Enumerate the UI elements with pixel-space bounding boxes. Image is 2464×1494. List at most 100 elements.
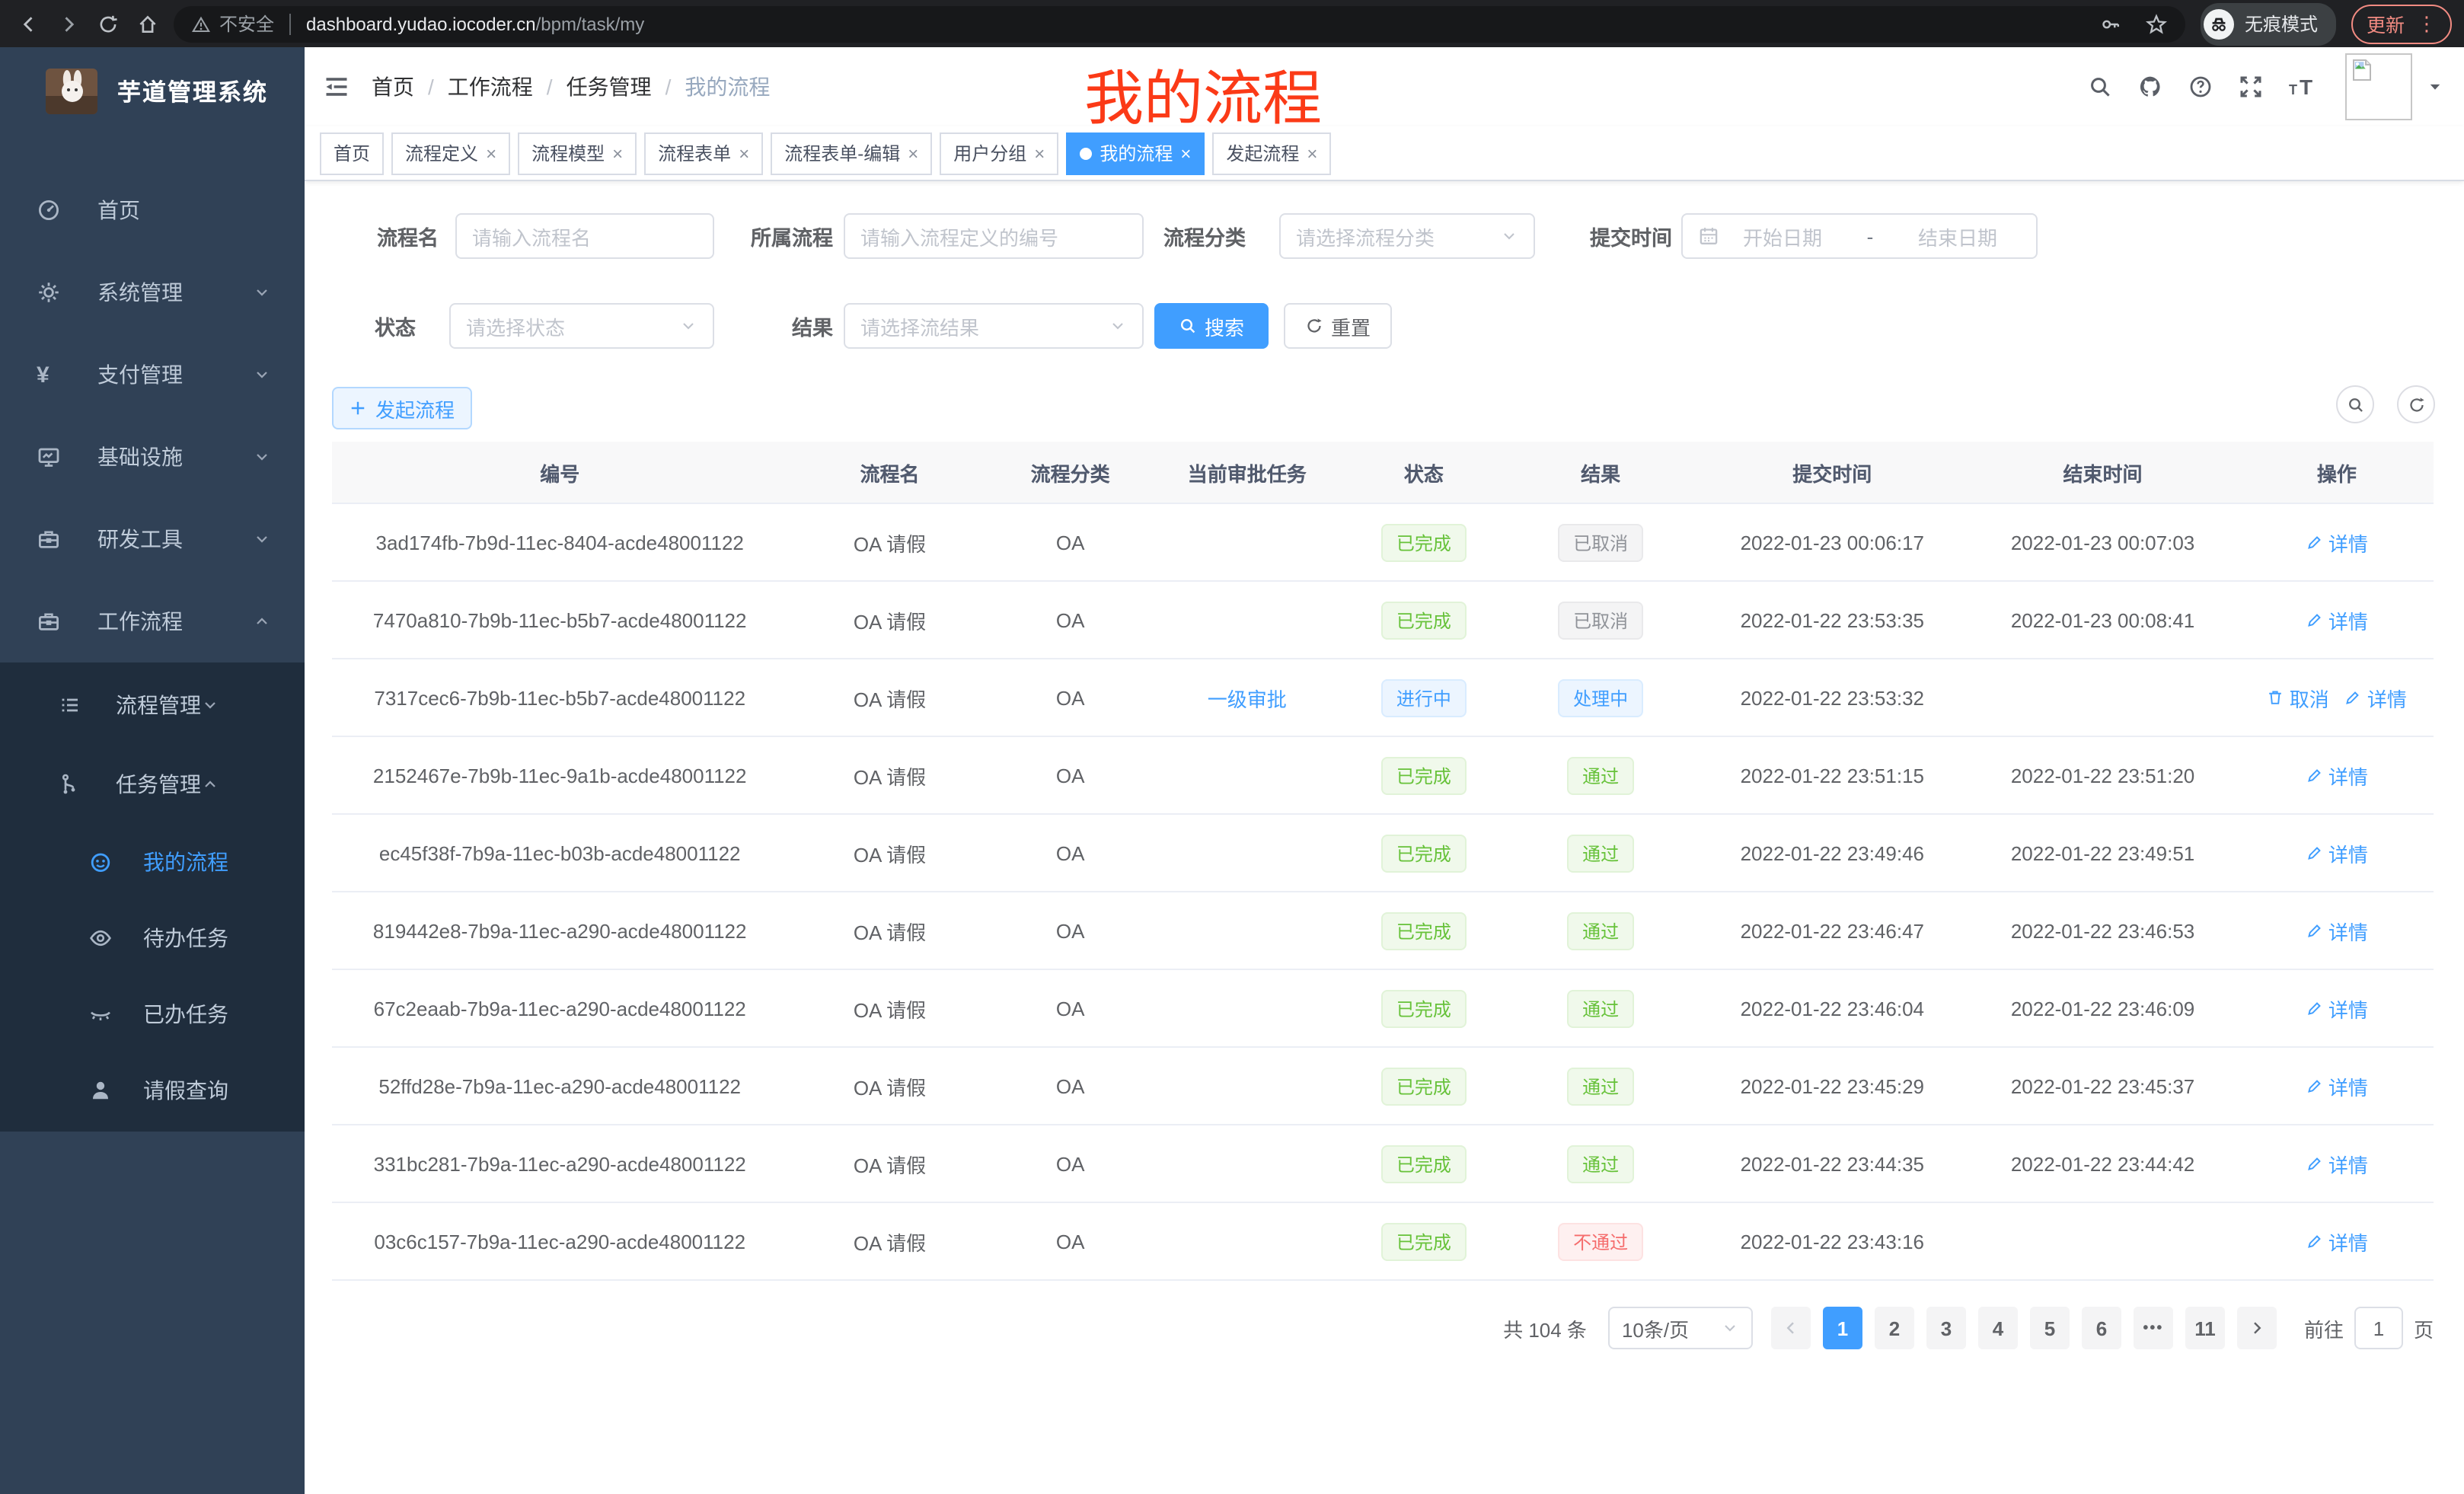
filter-result-select[interactable]: 请选择流结果: [844, 303, 1144, 349]
close-icon[interactable]: ×: [1034, 144, 1045, 162]
app-title: 芋道管理系统: [117, 75, 268, 108]
result-badge: 处理中: [1558, 678, 1643, 717]
page-button-5[interactable]: 5: [2030, 1307, 2070, 1349]
filter-parent-input[interactable]: 请输入流程定义的编号: [844, 213, 1144, 259]
sidebar-item-devtools[interactable]: 研发工具: [0, 498, 305, 580]
app-logo[interactable]: 芋道管理系统: [0, 47, 305, 136]
home-button[interactable]: [128, 4, 168, 43]
sidebar-item-infra[interactable]: 基础设施: [0, 416, 305, 498]
back-button[interactable]: [9, 4, 49, 43]
header-search-button[interactable]: [2088, 75, 2112, 99]
sidebar-item-leave-query[interactable]: 请假查询: [0, 1052, 305, 1128]
reload-button[interactable]: [88, 4, 128, 43]
sidebar-item-system[interactable]: 系统管理: [0, 251, 305, 334]
table-refresh-button[interactable]: [2397, 385, 2435, 423]
sidebar-item-todo-tasks[interactable]: 待办任务: [0, 900, 305, 976]
filter-status-label: 状态: [373, 311, 416, 341]
address-bar[interactable]: 不安全 dashboard.yudao.iocoder.cn/bpm/task/…: [174, 5, 2185, 42]
close-icon[interactable]: ×: [1180, 144, 1191, 162]
close-icon[interactable]: ×: [486, 144, 496, 162]
cancel-button[interactable]: 取消: [2267, 683, 2329, 712]
table-search-toggle-button[interactable]: [2336, 385, 2374, 423]
tab-process-definition[interactable]: 流程定义×: [391, 132, 510, 174]
cell-end-time: 2022-01-22 23:46:09: [1965, 969, 2239, 1047]
filter-category-select[interactable]: 请选择流程分类: [1279, 213, 1535, 259]
sidebar-item-done-tasks[interactable]: 已办任务: [0, 976, 305, 1052]
filter-name-input[interactable]: 请输入流程名: [455, 213, 714, 259]
cell-task: [1149, 581, 1345, 659]
page-button-1[interactable]: 1: [1823, 1307, 1862, 1349]
page-button-4[interactable]: 4: [1978, 1307, 2018, 1349]
font-size-button[interactable]: TT: [2289, 75, 2319, 99]
sidebar-item-payment[interactable]: ¥ 支付管理: [0, 334, 305, 416]
close-icon[interactable]: ×: [612, 144, 623, 162]
user-menu[interactable]: [2345, 53, 2443, 120]
sidebar-item-process-mgmt[interactable]: 流程管理: [0, 666, 305, 745]
cell-category: OA: [992, 1202, 1149, 1280]
detail-button[interactable]: 详情: [2306, 1071, 2368, 1100]
page-button-11[interactable]: 11: [2185, 1307, 2225, 1349]
help-button[interactable]: [2188, 75, 2213, 99]
bookmark-star-icon[interactable]: [2146, 13, 2167, 34]
trash-icon: [2267, 688, 2285, 707]
page-size-select[interactable]: 10条/页: [1608, 1307, 1753, 1349]
sidebar-item-my-process[interactable]: 我的流程: [0, 824, 305, 900]
more-pages-button[interactable]: •••: [2134, 1307, 2173, 1349]
status-badge: 已完成: [1381, 911, 1467, 950]
page-button-3[interactable]: 3: [1926, 1307, 1966, 1349]
tab-home[interactable]: 首页: [320, 132, 384, 174]
goto-page-input[interactable]: 1: [2354, 1307, 2403, 1349]
detail-button[interactable]: 详情: [2306, 838, 2368, 867]
filter-time-range[interactable]: 开始日期 - 结束日期: [1681, 213, 2038, 259]
tab-user-group[interactable]: 用户分组×: [940, 132, 1058, 174]
chevron-down-icon: [253, 448, 271, 466]
close-icon[interactable]: ×: [1307, 144, 1317, 162]
search-button[interactable]: 搜索: [1154, 303, 1269, 349]
tab-process-model[interactable]: 流程模型×: [518, 132, 637, 174]
tab-my-process[interactable]: 我的流程×: [1066, 132, 1205, 174]
key-icon[interactable]: [2100, 13, 2121, 34]
tab-process-form-edit[interactable]: 流程表单-编辑×: [771, 132, 932, 174]
start-process-button[interactable]: 发起流程: [332, 387, 472, 429]
reset-button[interactable]: 重置: [1284, 303, 1392, 349]
update-button[interactable]: 更新 ⋮: [2351, 4, 2452, 43]
detail-button[interactable]: 详情: [2306, 1149, 2368, 1178]
breadcrumb-workflow[interactable]: 工作流程: [448, 72, 533, 102]
detail-button[interactable]: 详情: [2306, 916, 2368, 945]
search-button-label: 搜索: [1205, 311, 1244, 340]
detail-button[interactable]: 详情: [2306, 761, 2368, 790]
browser-menu-icon[interactable]: ⋮: [2417, 11, 2437, 36]
close-icon[interactable]: ×: [739, 144, 749, 162]
next-page-button[interactable]: [2237, 1307, 2277, 1349]
update-label: 更新: [2367, 9, 2405, 38]
detail-button[interactable]: 详情: [2306, 994, 2368, 1023]
question-icon: [2188, 75, 2213, 99]
filter-status-select[interactable]: 请选择状态: [449, 303, 714, 349]
prev-page-button[interactable]: [1771, 1307, 1811, 1349]
sidebar-item-home[interactable]: 首页: [0, 169, 305, 251]
task-link[interactable]: 一级审批: [1208, 683, 1287, 712]
sidebar-item-task-mgmt[interactable]: 任务管理: [0, 745, 305, 824]
breadcrumb-home[interactable]: 首页: [372, 72, 414, 102]
search-icon: [2346, 395, 2364, 413]
github-link[interactable]: [2138, 75, 2162, 99]
detail-button[interactable]: 详情: [2306, 1227, 2368, 1256]
tab-process-form[interactable]: 流程表单×: [644, 132, 763, 174]
fullscreen-button[interactable]: [2239, 75, 2263, 99]
page-button-6[interactable]: 6: [2082, 1307, 2121, 1349]
sidebar-item-label: 请假查询: [143, 1075, 228, 1106]
breadcrumb-task-mgmt[interactable]: 任务管理: [567, 72, 652, 102]
cell-end-time: 2022-01-22 23:51:20: [1965, 736, 2239, 814]
close-icon[interactable]: ×: [908, 144, 918, 162]
detail-button[interactable]: 详情: [2306, 528, 2368, 557]
sidebar-collapse-button[interactable]: [323, 73, 350, 101]
site-security[interactable]: 不安全: [192, 11, 274, 37]
cell-category: OA: [992, 892, 1149, 969]
forward-button[interactable]: [49, 4, 88, 43]
detail-button[interactable]: 详情: [2306, 605, 2368, 634]
tab-start-process[interactable]: 发起流程×: [1212, 132, 1331, 174]
page-button-2[interactable]: 2: [1875, 1307, 1914, 1349]
breadcrumb: 首页 / 工作流程 / 任务管理 / 我的流程: [372, 72, 770, 102]
sidebar-item-workflow[interactable]: 工作流程: [0, 580, 305, 662]
detail-button[interactable]: 详情: [2344, 683, 2407, 712]
